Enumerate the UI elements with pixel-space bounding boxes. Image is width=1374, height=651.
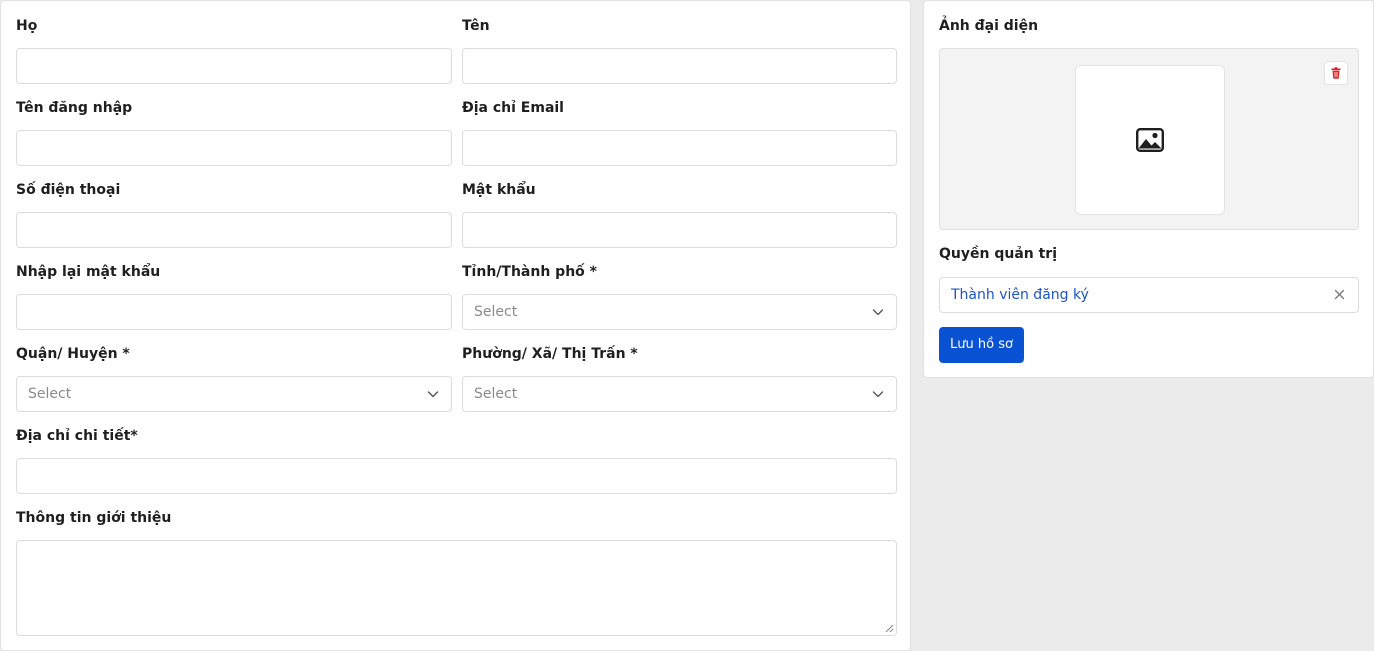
- image-icon: [1136, 128, 1164, 152]
- trash-icon: [1331, 67, 1341, 79]
- email-label: Địa chỉ Email: [462, 100, 564, 116]
- last-name-label: Họ: [16, 18, 38, 34]
- confirm-password-label: Nhập lại mật khẩu: [16, 264, 161, 280]
- address-label: Địa chỉ chi tiết*: [16, 428, 138, 444]
- phone-label: Số điện thoại: [16, 182, 121, 198]
- ward-placeholder: Select: [474, 386, 518, 402]
- chevron-down-icon: [872, 391, 884, 398]
- email-input[interactable]: [462, 130, 897, 166]
- password-input[interactable]: [462, 212, 897, 248]
- district-select[interactable]: Select: [16, 376, 452, 412]
- bio-textarea[interactable]: [16, 540, 897, 636]
- first-name-input[interactable]: [462, 48, 897, 84]
- district-placeholder: Select: [28, 386, 72, 402]
- profile-form-card: Họ Tên Tên đăng nhập Địa chỉ Email Số đi…: [0, 0, 911, 651]
- chevron-down-icon: [427, 391, 439, 398]
- chevron-down-icon: [872, 309, 884, 316]
- address-input[interactable]: [16, 458, 897, 494]
- clear-icon[interactable]: [1334, 289, 1345, 300]
- role-label: Quyền quản trị: [939, 246, 1058, 262]
- delete-avatar-button[interactable]: [1324, 61, 1348, 85]
- ward-label: Phường/ Xã/ Thị Trấn *: [462, 346, 638, 362]
- province-placeholder: Select: [474, 304, 518, 320]
- profile-sidebar-card: Ảnh đại diện Quyền quản trị Thành viên đ…: [923, 0, 1374, 378]
- phone-input[interactable]: [16, 212, 452, 248]
- username-input[interactable]: [16, 130, 452, 166]
- first-name-label: Tên: [462, 18, 490, 34]
- role-selected-value: Thành viên đăng ký: [951, 287, 1089, 303]
- password-label: Mật khẩu: [462, 182, 536, 198]
- province-label: Tỉnh/Thành phố *: [462, 264, 597, 280]
- avatar-label: Ảnh đại diện: [939, 18, 1039, 34]
- bio-label: Thông tin giới thiệu: [16, 510, 172, 526]
- confirm-password-input[interactable]: [16, 294, 452, 330]
- avatar-preview[interactable]: [1075, 65, 1225, 215]
- avatar-upload-zone[interactable]: [939, 48, 1359, 230]
- province-select[interactable]: Select: [462, 294, 897, 330]
- role-select[interactable]: Thành viên đăng ký: [939, 277, 1359, 313]
- save-profile-button[interactable]: Lưu hồ sơ: [939, 327, 1024, 363]
- username-label: Tên đăng nhập: [16, 100, 133, 116]
- last-name-input[interactable]: [16, 48, 452, 84]
- district-label: Quận/ Huyện *: [16, 346, 130, 362]
- resize-grip-icon[interactable]: [885, 624, 894, 633]
- ward-select[interactable]: Select: [462, 376, 897, 412]
